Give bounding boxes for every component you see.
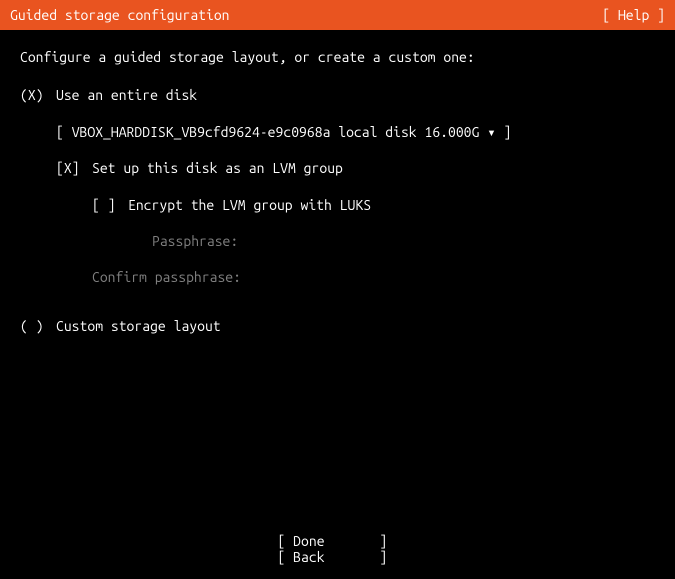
done-button[interactable]: [ Done ] <box>278 533 398 549</box>
help-button[interactable]: [ Help ] <box>602 7 665 23</box>
page-title: Guided storage configuration <box>10 7 230 23</box>
confirm-passphrase-field: Confirm passphrase: <box>92 266 655 288</box>
checkbox-marker-unchecked: [ ] <box>92 194 128 216</box>
chevron-down-icon: ▾ <box>487 124 495 140</box>
radio-marker-unselected: ( ) <box>20 315 56 337</box>
disk-dropdown[interactable]: [ VBOX_HARDDISK_VB9cfd9624-e9c0968a loca… <box>56 121 655 143</box>
radio-use-entire-disk[interactable]: (X) Use an entire disk <box>20 84 655 106</box>
radio-label: Use an entire disk <box>56 84 197 106</box>
header-bar: Guided storage configuration [ Help ] <box>0 0 675 30</box>
radio-label: Custom storage layout <box>56 315 221 337</box>
instruction-text: Configure a guided storage layout, or cr… <box>20 46 655 68</box>
passphrase-label: Passphrase: <box>152 233 238 249</box>
checkbox-label: Set up this disk as an LVM group <box>92 157 343 179</box>
checkbox-marker-checked: [X] <box>56 157 92 179</box>
passphrase-field: Passphrase: <box>92 230 655 252</box>
back-button[interactable]: [ Back ] <box>278 549 398 565</box>
checkbox-label: Encrypt the LVM group with LUKS <box>128 194 371 216</box>
radio-marker-selected: (X) <box>20 84 56 106</box>
bracket-open: [ <box>56 124 64 140</box>
confirm-passphrase-label: Confirm passphrase: <box>92 269 241 285</box>
checkbox-encrypt[interactable]: [ ] Encrypt the LVM group with LUKS <box>92 194 655 216</box>
radio-custom-layout[interactable]: ( ) Custom storage layout <box>20 315 655 337</box>
disk-value: VBOX_HARDDISK_VB9cfd9624-e9c0968a local … <box>72 124 480 140</box>
content-area: Configure a guided storage layout, or cr… <box>0 30 675 353</box>
checkbox-lvm[interactable]: [X] Set up this disk as an LVM group <box>56 157 655 179</box>
bracket-close: ] <box>504 124 512 140</box>
footer-actions: [ Done ] [ Back ] <box>0 533 675 565</box>
